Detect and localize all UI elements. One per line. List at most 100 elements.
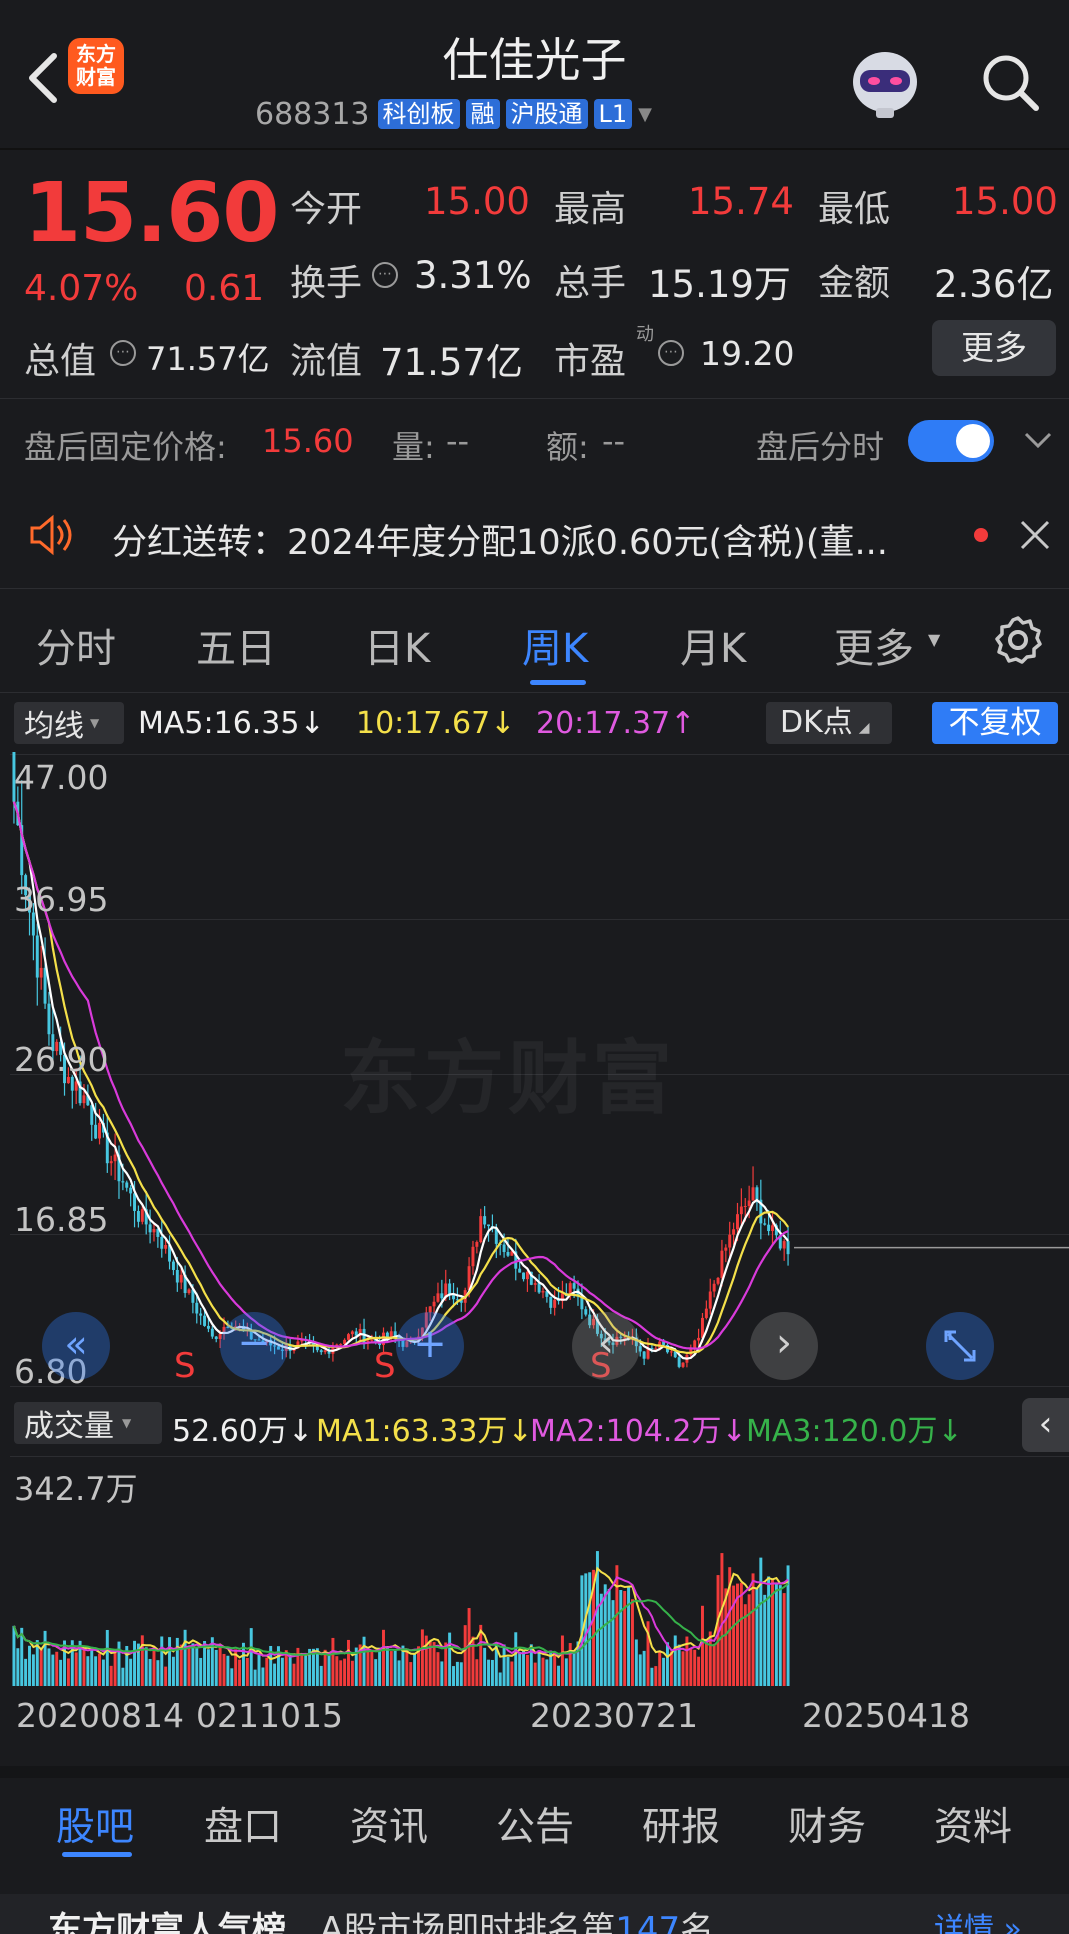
volume-bar (607, 1588, 611, 1686)
tab-five-day[interactable]: 五日 (196, 616, 276, 674)
volume-bar (700, 1605, 704, 1686)
caret-down-icon: ▼ (928, 630, 941, 649)
collapse-panel-button[interactable]: ‹ (1022, 1398, 1069, 1452)
volume-bar (121, 1667, 125, 1686)
dividend-notice[interactable]: 分红送转：2024年度分配10派0.60元(含税)(董... (112, 514, 888, 565)
candle-body (584, 1309, 588, 1315)
zoom-out-button[interactable]: − (220, 1312, 288, 1380)
candle-body (432, 1301, 436, 1307)
search-icon[interactable] (978, 50, 1044, 116)
candle-body (654, 1348, 658, 1350)
volume-bar (16, 1648, 20, 1686)
float-cap-label: 流值 (290, 341, 363, 382)
tab-news[interactable]: 资讯 (350, 1796, 428, 1852)
volume-bar (86, 1656, 90, 1686)
volume-chart[interactable]: 342.7万 (0, 1456, 1069, 1686)
afterhours-price: 15.60 (262, 422, 354, 460)
volume-bar (452, 1666, 455, 1686)
corner-icon: ◢ (858, 720, 870, 736)
banner-details-link[interactable]: 详情 » (934, 1904, 1022, 1934)
volume-bar (152, 1647, 156, 1686)
candle-body (487, 1224, 491, 1227)
candle-body (747, 1200, 751, 1206)
volume-bar (230, 1668, 234, 1686)
speaker-icon (28, 514, 78, 556)
tab-profile[interactable]: 资料 (934, 1796, 1012, 1852)
volume-bar (370, 1651, 374, 1686)
price-chart[interactable]: 东方财富 47.00 36.95 26.90 16.85 6.80 S S S … (0, 752, 1069, 1392)
date-tick-label: 20200814 (16, 1696, 184, 1735)
active-tab-underline (62, 1852, 132, 1857)
volume-bar (677, 1644, 681, 1686)
robot-assistant-icon[interactable] (846, 42, 924, 120)
close-icon[interactable] (1018, 518, 1052, 552)
chevron-down-icon[interactable] (1022, 428, 1054, 452)
tag-margin: 融 (465, 99, 500, 129)
volume-bar (654, 1666, 658, 1686)
tab-announcements[interactable]: 公告 (496, 1796, 574, 1852)
gear-icon[interactable] (992, 614, 1044, 666)
info-icon[interactable]: ⋯ (658, 340, 684, 366)
volume-bar (257, 1654, 261, 1686)
tab-weekly-k[interactable]: 周K (522, 616, 588, 674)
tab-intraday[interactable]: 分时 (36, 616, 116, 674)
dk-point-button[interactable]: DK点 ◢ (766, 702, 892, 744)
expand-icon[interactable] (926, 1312, 994, 1380)
ma10-line (12, 801, 789, 1355)
candle-body (160, 1236, 164, 1249)
volume-bar (90, 1646, 94, 1686)
volume-bar (218, 1644, 222, 1686)
candle-body (693, 1340, 697, 1348)
adjust-button[interactable]: 不复权 (932, 702, 1058, 744)
afterhours-price-label: 盘后固定价格: (24, 428, 227, 466)
volume-bar (94, 1656, 98, 1686)
volume-bar (533, 1662, 537, 1686)
volume-bar (31, 1654, 35, 1686)
candle-body (133, 1193, 137, 1211)
ma-selector-label: 均线 (24, 709, 84, 744)
volume-bar (739, 1582, 743, 1686)
tab-monthly-k[interactable]: 月K (680, 616, 746, 674)
volume-selector[interactable]: 成交量 ▼ (14, 1402, 162, 1444)
more-button[interactable]: 更多 (932, 320, 1056, 376)
volume-bar (129, 1658, 133, 1686)
tab-guba[interactable]: 股吧 (56, 1796, 134, 1852)
scroll-left-button[interactable]: « (42, 1312, 110, 1380)
ma20-readout: 20:17.37↑ (536, 706, 696, 741)
afterhours-amt-label: 额: (546, 428, 589, 466)
volume-bar (440, 1661, 444, 1686)
volume-bar (599, 1593, 603, 1686)
volume-bar (288, 1653, 292, 1686)
ma-selector[interactable]: 均线 ▼ (14, 702, 124, 744)
info-icon[interactable]: ⋯ (372, 262, 398, 288)
stock-code-row[interactable]: 688313 科创板 融 沪股通 L1 ▼ (255, 96, 652, 132)
banner-rank-number: 147 (615, 1910, 681, 1934)
volume-bar (502, 1644, 506, 1686)
tab-more[interactable]: 更多 (834, 616, 914, 674)
zoom-in-button[interactable]: + (396, 1312, 464, 1380)
volume-bar (206, 1649, 210, 1686)
popularity-banner[interactable]: 东方财富人气榜 A股市场即时排名第147名 详情 » (0, 1894, 1069, 1934)
tab-daily-k[interactable]: 日K (364, 616, 430, 674)
volume-bar (280, 1657, 284, 1686)
volume-bar (28, 1645, 31, 1686)
pe-label: 市盈 (554, 341, 627, 382)
candle-body (440, 1293, 444, 1299)
tag-l1: L1 (593, 99, 633, 129)
volume-bar (378, 1647, 382, 1686)
volume-bar (413, 1652, 417, 1686)
step-left-button[interactable]: ‹ (572, 1312, 640, 1380)
afterhours-toggle[interactable] (908, 420, 994, 462)
step-right-button[interactable]: › (750, 1312, 818, 1380)
volume-bars (12, 1551, 790, 1686)
info-icon[interactable]: ⋯ (110, 340, 136, 366)
afterhours-vol-label: 量: (392, 428, 435, 466)
tab-financials[interactable]: 财务 (788, 1796, 866, 1852)
candle-body (712, 1283, 716, 1292)
volume-bar (611, 1600, 615, 1686)
tab-orderbook[interactable]: 盘口 (204, 1796, 282, 1852)
candle-body (195, 1302, 199, 1314)
candle-body (136, 1210, 140, 1222)
tab-research[interactable]: 研报 (642, 1796, 720, 1852)
volume-bar (43, 1630, 47, 1686)
